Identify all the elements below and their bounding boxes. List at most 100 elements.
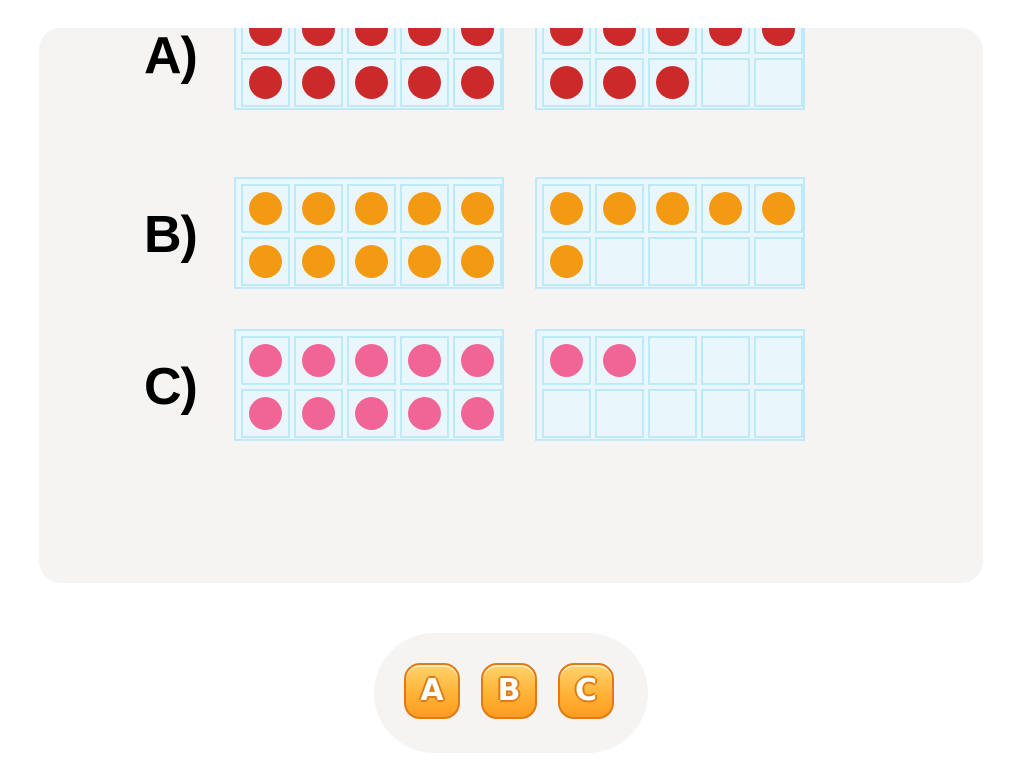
frame-cell (241, 28, 290, 54)
frame-cell (453, 389, 502, 438)
counter-dot (249, 28, 282, 46)
counter-dot (603, 192, 636, 225)
frame-cell (754, 336, 803, 385)
frame-cell (294, 58, 343, 107)
option-row-b: B) (39, 177, 983, 293)
frame-cell (648, 184, 697, 233)
counter-dot (550, 344, 583, 377)
counter-dot (656, 192, 689, 225)
counter-dot (302, 344, 335, 377)
frame-cell (347, 237, 396, 286)
answer-button-a[interactable]: A (404, 663, 460, 719)
option-row-a: A) (39, 28, 983, 114)
frame-cell (453, 237, 502, 286)
question-panel: A) B) C) (39, 28, 983, 583)
frame-cell (400, 184, 449, 233)
counter-dot (461, 66, 494, 99)
frame-cell (754, 28, 803, 54)
counter-dot (762, 192, 795, 225)
counter-dot (249, 192, 282, 225)
counter-dot (709, 192, 742, 225)
frame-cell (648, 28, 697, 54)
frame-cell (754, 58, 803, 107)
frame-cell (400, 389, 449, 438)
frame-cell (294, 28, 343, 54)
counter-dot (355, 344, 388, 377)
frame-cell (347, 389, 396, 438)
frame-cell (701, 389, 750, 438)
frame-cell (595, 28, 644, 54)
frame-cell (347, 28, 396, 54)
counter-dot (302, 28, 335, 46)
counter-dot (603, 28, 636, 46)
frame-cell (595, 237, 644, 286)
counter-dot (355, 192, 388, 225)
ten-frame-a-right (535, 28, 805, 110)
counter-dot (461, 344, 494, 377)
frame-cell (294, 336, 343, 385)
frame-cell (241, 237, 290, 286)
frame-cell (453, 184, 502, 233)
frame-cell (542, 58, 591, 107)
counter-dot (302, 245, 335, 278)
counter-dot (603, 344, 636, 377)
ten-frame-b-right (535, 177, 805, 289)
frame-cell (400, 58, 449, 107)
counter-dot (355, 397, 388, 430)
option-label-c: C) (144, 358, 198, 416)
frame-cell (754, 184, 803, 233)
frame-cell (595, 58, 644, 107)
counter-dot (550, 192, 583, 225)
counter-dot (550, 245, 583, 278)
frame-cell (400, 336, 449, 385)
option-label-b: B) (144, 206, 198, 264)
frame-cell (701, 58, 750, 107)
counter-dot (249, 66, 282, 99)
frame-cell (595, 389, 644, 438)
frame-cell (400, 28, 449, 54)
option-row-c: C) (39, 329, 983, 445)
answer-button-b[interactable]: B (481, 663, 537, 719)
frame-cell (241, 389, 290, 438)
counter-dot (302, 397, 335, 430)
frame-cell (754, 237, 803, 286)
frame-cell (241, 184, 290, 233)
counter-dot (302, 66, 335, 99)
counter-dot (249, 245, 282, 278)
frame-cell (542, 184, 591, 233)
frame-cell (294, 184, 343, 233)
frame-cell (241, 58, 290, 107)
frame-cell (294, 389, 343, 438)
counter-dot (550, 66, 583, 99)
counter-dot (461, 397, 494, 430)
ten-frame-c-left (234, 329, 504, 441)
frame-cell (754, 389, 803, 438)
frame-cell (542, 336, 591, 385)
frame-cell (542, 28, 591, 54)
counter-dot (408, 344, 441, 377)
counter-dot (249, 344, 282, 377)
frame-cell (347, 184, 396, 233)
frame-cell (453, 28, 502, 54)
counter-dot (461, 192, 494, 225)
counter-dot (603, 66, 636, 99)
counter-dot (656, 66, 689, 99)
frame-cell (701, 28, 750, 54)
counter-dot (461, 28, 494, 46)
frame-cell (648, 237, 697, 286)
frame-cell (542, 237, 591, 286)
frame-cell (347, 336, 396, 385)
frame-cell (453, 336, 502, 385)
counter-dot (656, 28, 689, 46)
counter-dot (762, 28, 795, 46)
answer-button-c[interactable]: C (558, 663, 614, 719)
counter-dot (461, 245, 494, 278)
counter-dot (355, 245, 388, 278)
counter-dot (408, 66, 441, 99)
answer-buttons-bar: A B C (374, 633, 648, 753)
frame-cell (294, 237, 343, 286)
counter-dot (249, 397, 282, 430)
frame-cell (595, 336, 644, 385)
counter-dot (408, 397, 441, 430)
counter-dot (408, 28, 441, 46)
